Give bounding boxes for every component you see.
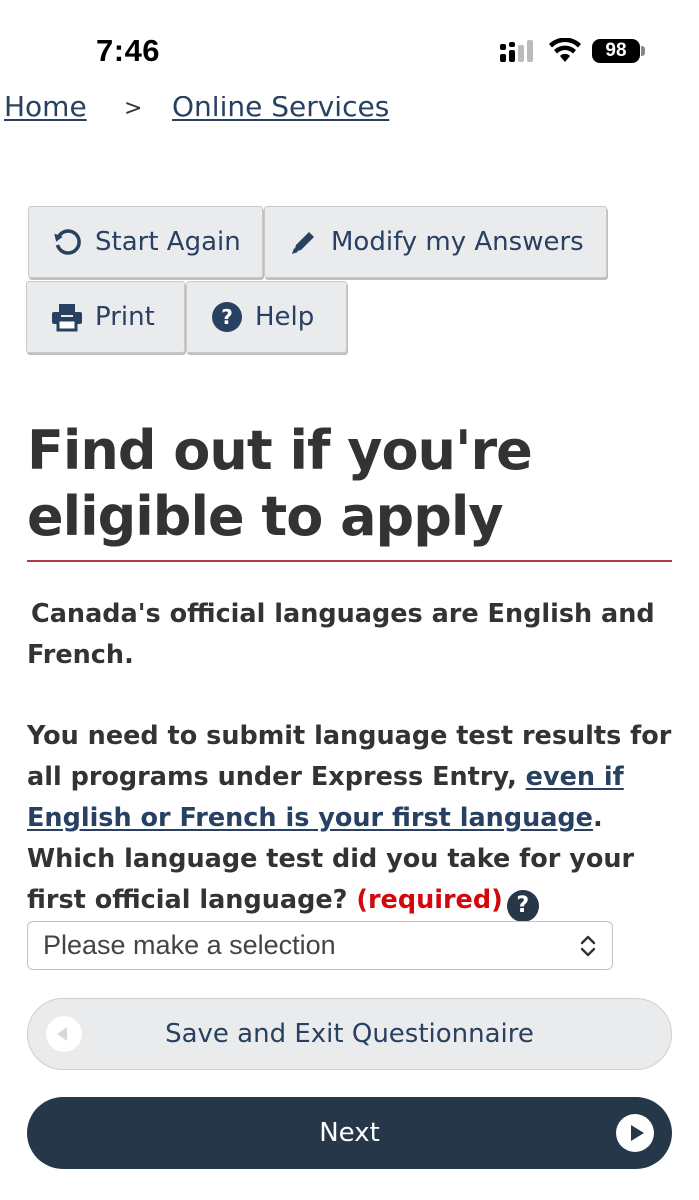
refresh-icon — [54, 229, 81, 255]
back-arrow-circle-icon — [46, 1016, 82, 1052]
save-and-exit-button[interactable]: Save and Exit Questionnaire — [27, 998, 672, 1070]
next-button[interactable]: Next — [27, 1097, 672, 1169]
svg-text:?: ? — [221, 305, 233, 329]
language-test-question: You need to submit language test results… — [27, 716, 672, 922]
modify-answers-button[interactable]: Modify my Answers — [264, 206, 607, 278]
forward-arrow-circle-icon — [616, 1114, 654, 1152]
print-label: Print — [95, 302, 155, 332]
question-help-icon[interactable]: ? — [506, 890, 539, 922]
page-title-line2: eligible to apply — [27, 485, 504, 548]
required-marker: (required) — [356, 885, 503, 915]
modify-answers-label: Modify my Answers — [331, 227, 584, 257]
start-again-label: Start Again — [95, 227, 241, 257]
save-and-exit-label: Save and Exit Questionnaire — [165, 1019, 534, 1049]
language-test-select-value: Please make a selection — [43, 930, 336, 960]
battery-nub — [641, 46, 645, 56]
question-circle-icon: ? — [212, 302, 242, 332]
help-button[interactable]: ? Help — [186, 281, 347, 353]
chevron-up-down-icon — [580, 935, 596, 957]
pencil-icon — [292, 232, 314, 254]
breadcrumb-separator: > — [124, 96, 143, 121]
official-languages-paragraph: Canada's official languages are English … — [27, 594, 672, 676]
wifi-icon — [549, 38, 581, 62]
title-underline-divider — [27, 560, 672, 562]
printer-icon — [52, 304, 82, 332]
start-again-button[interactable]: Start Again — [28, 206, 263, 278]
clock-time: 7:46 — [96, 33, 161, 68]
page-title: Find out if you're eligible to apply — [27, 418, 667, 550]
link-trailing-period: . — [592, 803, 603, 833]
page-title-line1: Find out if you're — [27, 419, 533, 482]
print-button[interactable]: Print — [26, 281, 185, 353]
next-label: Next — [319, 1118, 380, 1148]
cellular-signal-icon — [500, 40, 533, 62]
battery-indicator: 98 — [592, 39, 640, 63]
question-text: Which language test did you take for you… — [27, 844, 635, 915]
language-test-select[interactable]: Please make a selection — [27, 921, 613, 970]
official-languages-text: Canada's official languages are English … — [27, 599, 655, 670]
help-label: Help — [255, 302, 315, 332]
breadcrumb-clip-mask — [0, 84, 699, 96]
